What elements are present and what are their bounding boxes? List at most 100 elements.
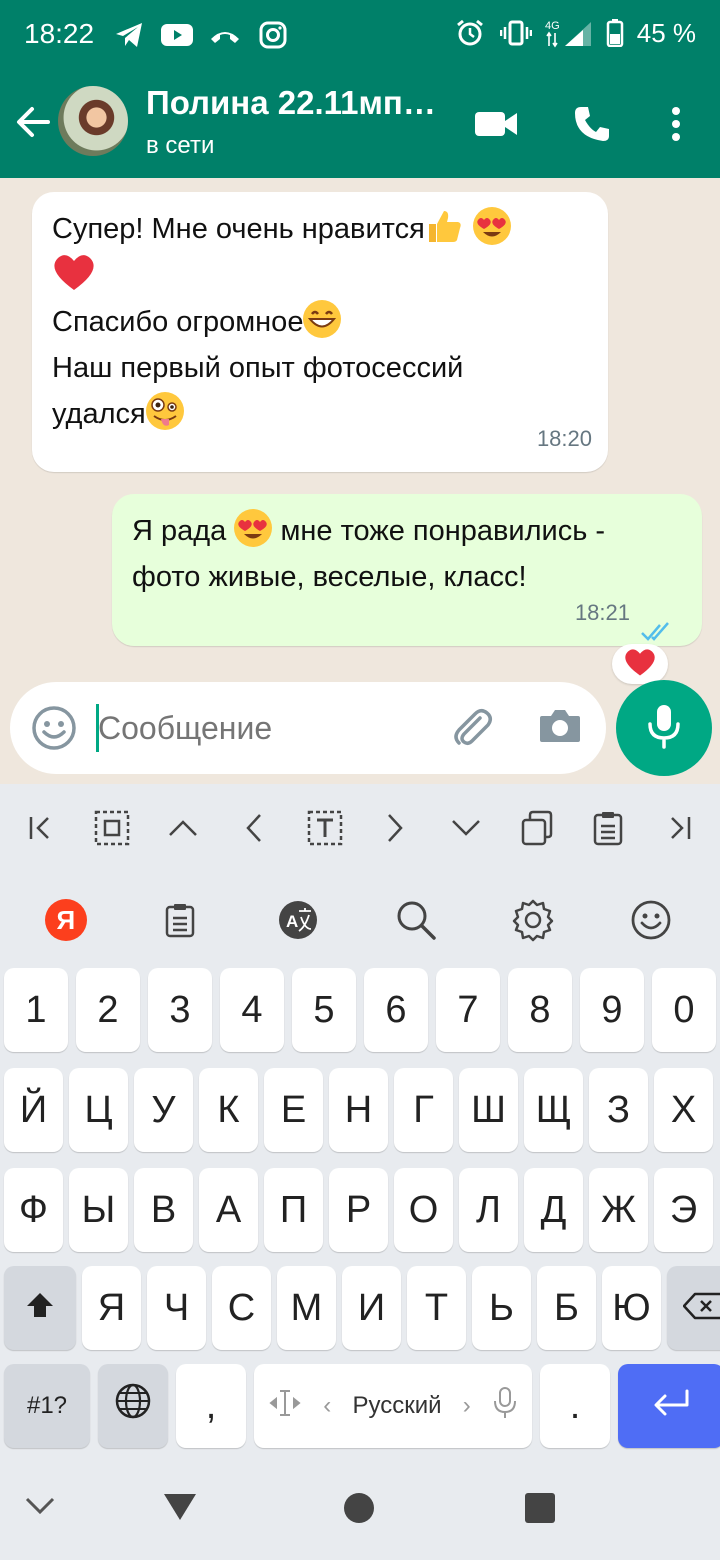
comma-key[interactable]: , bbox=[176, 1364, 246, 1448]
message-reaction[interactable] bbox=[612, 644, 668, 684]
key-letter[interactable]: А bbox=[199, 1168, 258, 1252]
key-letter[interactable]: Ф bbox=[4, 1168, 63, 1252]
key-letter[interactable]: Э bbox=[654, 1168, 713, 1252]
key-letter[interactable]: Ю bbox=[602, 1266, 661, 1350]
select-all-icon[interactable] bbox=[88, 804, 136, 852]
key-letter[interactable]: О bbox=[394, 1168, 453, 1252]
key-letter[interactable]: З bbox=[589, 1068, 648, 1152]
key-2[interactable]: 2 bbox=[76, 968, 140, 1052]
yandex-logo-icon[interactable]: Я bbox=[44, 899, 87, 941]
instagram-icon bbox=[256, 18, 290, 52]
heart-eyes-emoji-icon bbox=[234, 509, 273, 547]
message-time: 18:20 bbox=[536, 426, 592, 451]
key-9[interactable]: 9 bbox=[580, 968, 644, 1052]
key-letter[interactable]: Д bbox=[524, 1168, 583, 1252]
number-row: 1 2 3 4 5 6 7 8 9 0 bbox=[4, 968, 716, 1052]
key-letter[interactable]: Й bbox=[4, 1068, 63, 1152]
cursor-right-icon[interactable] bbox=[371, 804, 419, 852]
key-3[interactable]: 3 bbox=[148, 968, 212, 1052]
contact-avatar[interactable] bbox=[58, 86, 128, 156]
emoji-picker-icon[interactable] bbox=[30, 704, 78, 752]
video-call-icon[interactable] bbox=[472, 100, 520, 148]
key-letter[interactable]: Н bbox=[329, 1068, 388, 1152]
incoming-message[interactable]: Супер! Мне очень нравится Спасибо огромн… bbox=[32, 192, 608, 472]
contact-name[interactable]: Полина 22.11мп… bbox=[146, 84, 436, 122]
key-letter[interactable]: Г bbox=[394, 1068, 453, 1152]
keyboard-edit-toolbar bbox=[0, 784, 720, 872]
key-letter[interactable]: Т bbox=[407, 1266, 466, 1350]
key-letter[interactable]: М bbox=[277, 1266, 336, 1350]
key-letter[interactable]: В bbox=[134, 1168, 193, 1252]
clipboard-icon[interactable] bbox=[156, 896, 204, 944]
key-letter[interactable]: Б bbox=[537, 1266, 596, 1350]
key-letter[interactable]: Ч bbox=[147, 1266, 206, 1350]
key-4[interactable]: 4 bbox=[220, 968, 284, 1052]
key-6[interactable]: 6 bbox=[364, 968, 428, 1052]
key-letter[interactable]: Р bbox=[329, 1168, 388, 1252]
battery-icon bbox=[605, 16, 625, 50]
key-letter[interactable]: С bbox=[212, 1266, 271, 1350]
key-letter[interactable]: Х bbox=[654, 1068, 713, 1152]
key-letter[interactable]: Щ bbox=[524, 1068, 583, 1152]
key-0[interactable]: 0 bbox=[652, 968, 716, 1052]
vibrate-icon bbox=[499, 16, 533, 50]
key-letter[interactable]: Я bbox=[82, 1266, 141, 1350]
outgoing-message[interactable]: Я рада мне тоже понравились - фото живые… bbox=[112, 494, 702, 646]
message-line: Наш первый опыт фотосессий bbox=[52, 352, 464, 384]
cursor-to-end-icon[interactable] bbox=[655, 804, 703, 852]
key-letter[interactable]: Ы bbox=[69, 1168, 128, 1252]
cursor-up-icon[interactable] bbox=[159, 804, 207, 852]
message-time: 18:21 bbox=[574, 600, 630, 625]
copy-icon[interactable] bbox=[513, 804, 561, 852]
key-letter[interactable]: Ь bbox=[472, 1266, 531, 1350]
cursor-move-icon bbox=[268, 1388, 302, 1425]
composer bbox=[10, 682, 606, 774]
paste-icon[interactable] bbox=[584, 804, 632, 852]
cursor-down-icon[interactable] bbox=[442, 804, 490, 852]
backspace-icon bbox=[682, 1287, 720, 1330]
message-input[interactable] bbox=[98, 706, 428, 750]
translate-icon[interactable]: A bbox=[274, 896, 322, 944]
hide-keyboard-icon[interactable] bbox=[22, 1494, 58, 1523]
shift-key[interactable] bbox=[4, 1266, 76, 1350]
missed-call-icon bbox=[208, 18, 242, 52]
recents-square-icon[interactable] bbox=[524, 1492, 556, 1529]
attach-icon[interactable] bbox=[450, 706, 494, 750]
space-bar[interactable]: ‹ Русский › bbox=[254, 1364, 532, 1448]
system-nav-bar bbox=[0, 1458, 720, 1560]
camera-icon[interactable] bbox=[538, 706, 582, 750]
cursor-left-icon[interactable] bbox=[230, 804, 278, 852]
key-letter[interactable]: У bbox=[134, 1068, 193, 1152]
voice-call-icon[interactable] bbox=[568, 100, 616, 148]
key-letter[interactable]: Е bbox=[264, 1068, 323, 1152]
enter-arrow-icon bbox=[651, 1385, 691, 1428]
key-letter[interactable]: Ж bbox=[589, 1168, 648, 1252]
back-arrow-icon[interactable] bbox=[14, 102, 54, 142]
key-letter[interactable]: Л bbox=[459, 1168, 518, 1252]
key-5[interactable]: 5 bbox=[292, 968, 356, 1052]
search-icon[interactable] bbox=[392, 896, 440, 944]
voice-message-button[interactable] bbox=[616, 680, 712, 776]
cursor-to-start-icon[interactable] bbox=[17, 804, 65, 852]
period-key[interactable]: . bbox=[540, 1364, 610, 1448]
key-8[interactable]: 8 bbox=[508, 968, 572, 1052]
key-1[interactable]: 1 bbox=[4, 968, 68, 1052]
language-switch-key[interactable] bbox=[98, 1364, 168, 1448]
home-circle-icon[interactable] bbox=[343, 1492, 375, 1529]
settings-gear-icon[interactable] bbox=[509, 896, 557, 944]
more-options-icon[interactable] bbox=[652, 100, 700, 148]
backspace-key[interactable] bbox=[667, 1266, 720, 1350]
enter-key[interactable] bbox=[618, 1364, 720, 1448]
keyboard: 1 2 3 4 5 6 7 8 9 0 Й Ц У К Е Н Г Ш Щ З … bbox=[0, 968, 720, 1458]
select-text-icon[interactable] bbox=[301, 804, 349, 852]
key-letter[interactable]: К bbox=[199, 1068, 258, 1152]
key-letter[interactable]: П bbox=[264, 1168, 323, 1252]
key-letter[interactable]: И bbox=[342, 1266, 401, 1350]
symbols-key[interactable]: #1? bbox=[4, 1364, 90, 1448]
grinning-emoji-icon bbox=[303, 300, 342, 338]
key-letter[interactable]: Ш bbox=[459, 1068, 518, 1152]
key-7[interactable]: 7 bbox=[436, 968, 500, 1052]
back-triangle-icon[interactable] bbox=[160, 1486, 200, 1531]
key-letter[interactable]: Ц bbox=[69, 1068, 128, 1152]
emoji-keyboard-icon[interactable] bbox=[627, 896, 675, 944]
